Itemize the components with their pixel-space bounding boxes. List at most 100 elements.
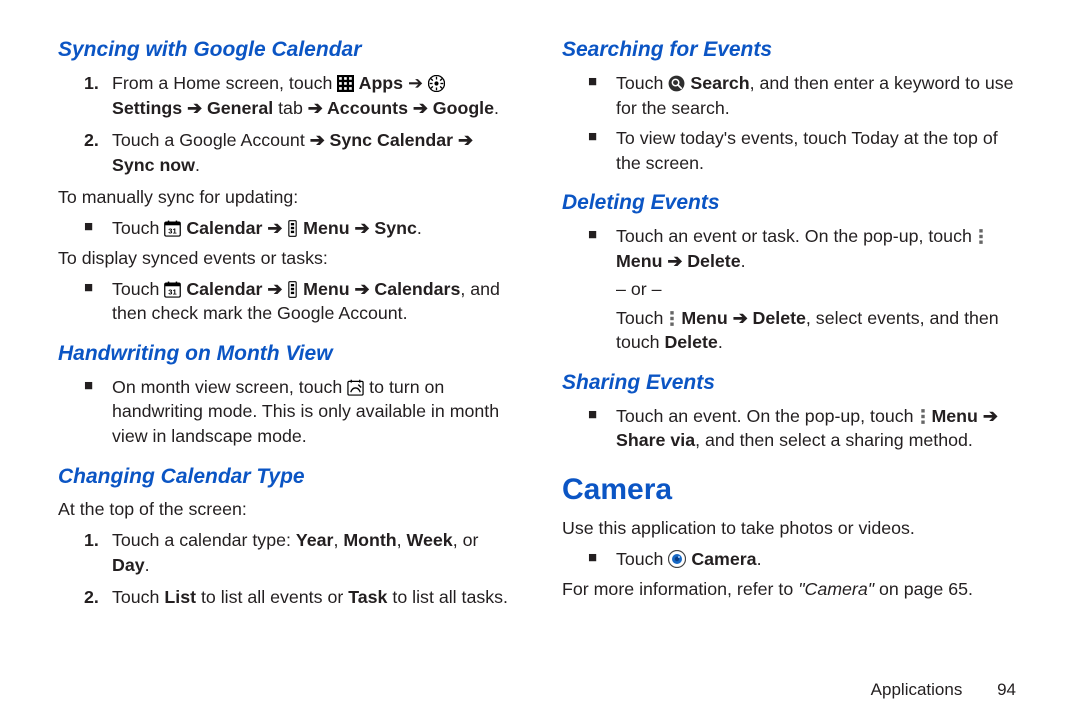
- sync-steps: 1. From a Home screen, touch Apps ➔ Sett…: [58, 71, 518, 177]
- arrow: ➔: [662, 251, 687, 271]
- label-month: Month: [343, 530, 396, 550]
- label-week: Week: [407, 530, 453, 550]
- label-delete: Delete: [664, 332, 717, 352]
- apps-icon: [337, 75, 354, 92]
- heading-delete-events: Deleting Events: [562, 189, 1022, 218]
- label-calendar: Calendar: [181, 279, 262, 299]
- label-calendars: Calendars: [374, 279, 460, 299]
- text: Touch: [112, 587, 164, 607]
- bullet-display-synced: ■ Touch Calendar ➔ Menu ➔ Calendars, and…: [84, 277, 518, 326]
- sync-step-1: 1. From a Home screen, touch Apps ➔ Sett…: [58, 71, 518, 120]
- text: .: [494, 98, 499, 118]
- label-accounts: Accounts: [327, 98, 408, 118]
- bullet-icon: ■: [588, 126, 616, 175]
- bullet-icon: ■: [588, 404, 616, 453]
- arrow: ➔: [403, 73, 428, 93]
- bullet-search: ■ Touch Search, and then enter a keyword…: [588, 71, 1022, 120]
- label-menu: Menu: [298, 218, 349, 238]
- bullet-manual-sync: ■ Touch Calendar ➔ Menu ➔ Sync.: [84, 216, 518, 241]
- type-step-2: 2. Touch List to list all events or Task…: [58, 585, 518, 610]
- text: to list all tasks.: [387, 587, 508, 607]
- text: Touch: [112, 218, 164, 238]
- type-step-1: 1. Touch a calendar type: Year, Month, W…: [58, 528, 518, 577]
- heading-camera: Camera: [562, 469, 1022, 510]
- bullet-body: Touch Camera.: [616, 547, 1022, 572]
- arrow: ➔: [182, 98, 207, 118]
- bullet-body: Touch an event or task. On the pop-up, t…: [616, 224, 1022, 355]
- left-column: Syncing with Google Calendar 1. From a H…: [58, 36, 518, 672]
- gear-icon: [428, 75, 445, 92]
- text: .: [417, 218, 422, 238]
- text: .: [145, 555, 150, 575]
- bullet-handwriting: ■ On month view screen, touch to turn on…: [84, 375, 518, 449]
- step-number: 2.: [84, 585, 112, 610]
- text: Touch: [112, 279, 164, 299]
- calendar-icon: [164, 220, 181, 237]
- label-delete: Delete: [687, 251, 740, 271]
- heading-sync-google: Syncing with Google Calendar: [58, 36, 518, 65]
- label-list: List: [164, 587, 196, 607]
- arrow: ➔: [350, 218, 375, 238]
- text: For more information, refer to: [562, 579, 798, 599]
- bullet-body: Touch Search, and then enter a keyword t…: [616, 71, 1022, 120]
- heading-handwriting: Handwriting on Month View: [58, 340, 518, 369]
- heading-search-events: Searching for Events: [562, 36, 1022, 65]
- bullet-icon: ■: [84, 375, 112, 449]
- text: on page 65.: [874, 579, 973, 599]
- label-apps: Apps: [354, 73, 403, 93]
- right-column: Searching for Events ■ Touch Search, and…: [562, 36, 1022, 672]
- text: ,: [333, 530, 343, 550]
- label-menu: Menu: [676, 308, 727, 328]
- label-settings: Settings: [112, 98, 182, 118]
- text: , and then select a sharing method.: [695, 430, 973, 450]
- footer-page-number: 94: [997, 680, 1016, 700]
- menu-icon: [287, 281, 298, 298]
- text: Touch: [616, 308, 668, 328]
- type-steps: 1. Touch a calendar type: Year, Month, W…: [58, 528, 518, 610]
- bullet-camera: ■ Touch Camera.: [588, 547, 1022, 572]
- step-body: Touch a calendar type: Year, Month, Week…: [112, 528, 518, 577]
- step-number: 1.: [84, 71, 112, 120]
- display-synced-intro: To display synced events or tasks:: [58, 246, 518, 271]
- text: .: [741, 251, 746, 271]
- label-task: Task: [348, 587, 387, 607]
- camera-icon: [668, 550, 686, 568]
- page-footer: Applications 94: [58, 672, 1022, 700]
- arrow: ➔: [728, 308, 753, 328]
- text: Touch an event or task. On the pop-up, t…: [616, 226, 977, 246]
- bullet-delete: ■ Touch an event or task. On the pop-up,…: [588, 224, 1022, 355]
- step-number: 1.: [84, 528, 112, 577]
- bullet-body: Touch Calendar ➔ Menu ➔ Sync.: [112, 216, 518, 241]
- menu-icon: [287, 220, 298, 237]
- label-search: Search: [685, 73, 749, 93]
- heading-share-events: Sharing Events: [562, 369, 1022, 398]
- manual-sync-intro: To manually sync for updating:: [58, 185, 518, 210]
- text: ,: [397, 530, 407, 550]
- arrow: ➔: [262, 279, 287, 299]
- arrow: ➔: [408, 98, 433, 118]
- bullet-icon: ■: [588, 547, 616, 572]
- label-share-via: Share via: [616, 430, 695, 450]
- calendar-icon: [164, 281, 181, 298]
- text: From a Home screen, touch: [112, 73, 337, 93]
- text: Touch a Google Account: [112, 130, 310, 150]
- text: .: [718, 332, 723, 352]
- step-body: Touch List to list all events or Task to…: [112, 585, 518, 610]
- menu-dots-icon: [977, 228, 985, 245]
- search-icon: [668, 75, 685, 92]
- bullet-today: ■ To view today's events, touch Today at…: [588, 126, 1022, 175]
- text: Touch: [616, 73, 668, 93]
- text: .: [757, 549, 762, 569]
- camera-intro: Use this application to take photos or v…: [562, 516, 1022, 541]
- label-menu: Menu: [927, 406, 978, 426]
- bullet-body: To view today's events, touch Today at t…: [616, 126, 1022, 175]
- label-sync-now: Sync now: [112, 155, 195, 175]
- bullet-icon: ■: [588, 71, 616, 120]
- text: to list all events or: [196, 587, 348, 607]
- label-camera: Camera: [686, 549, 756, 569]
- footer-section: Applications: [871, 680, 963, 699]
- bullet-icon: ■: [588, 224, 616, 355]
- type-intro: At the top of the screen:: [58, 497, 518, 522]
- menu-dots-icon: [919, 408, 927, 425]
- manual-page: Syncing with Google Calendar 1. From a H…: [0, 0, 1080, 720]
